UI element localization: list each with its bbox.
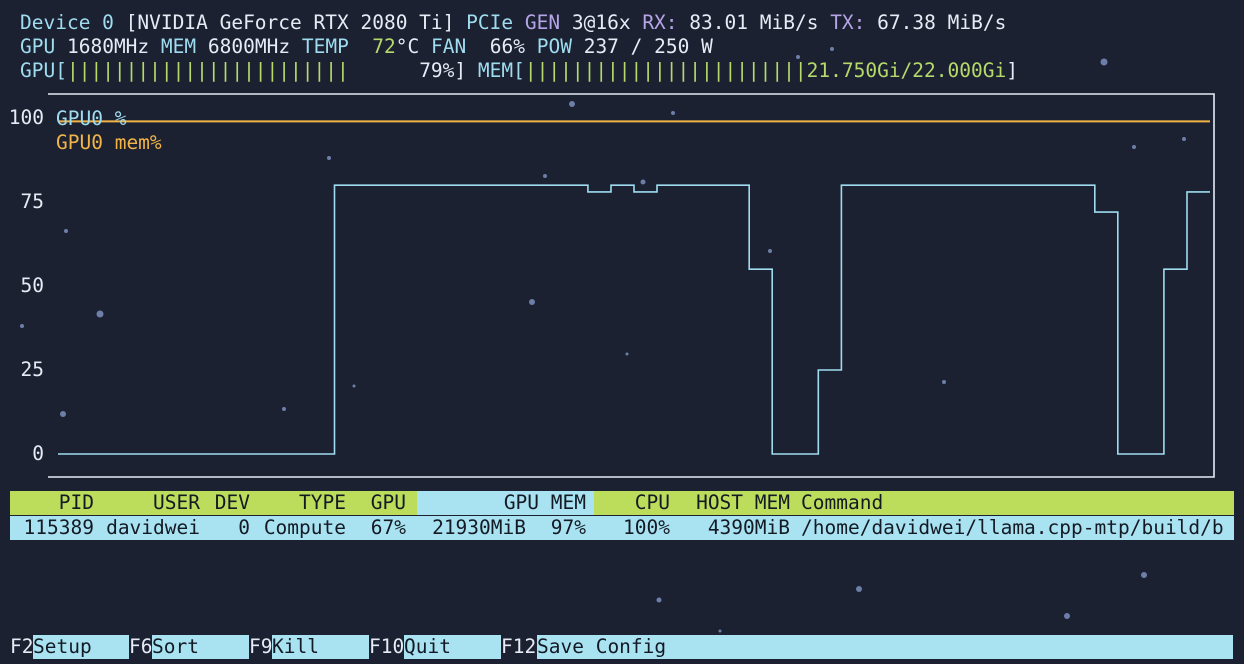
column-pid[interactable]: PID: [10, 491, 94, 515]
y-tick-100: 100: [8, 106, 44, 129]
chart-border: [48, 93, 1215, 478]
row-type: Compute: [263, 516, 346, 539]
table-row[interactable]: 115389 davidwei 0 Compute 67% 21930MiB 9…: [10, 516, 1234, 540]
column-user[interactable]: USER: [110, 491, 200, 515]
y-tick-0: 0: [32, 442, 44, 465]
sort-button[interactable]: Sort: [152, 635, 249, 659]
series-gpu-percent-line: [58, 184, 1210, 455]
setup-button[interactable]: Setup: [33, 635, 129, 659]
row-dev: 0: [238, 516, 250, 539]
column-gpu[interactable]: GPU: [350, 491, 406, 515]
column-cpu[interactable]: CPU: [590, 491, 670, 515]
row-gpu: 67%: [370, 516, 406, 539]
row-pid: 115389: [23, 516, 94, 539]
column-gpu-mem[interactable]: GPU MEM: [410, 491, 586, 515]
process-table-header: PID USER DEV TYPE GPU GPU MEM CPU HOST M…: [10, 491, 1234, 515]
quit-button[interactable]: Quit: [404, 635, 501, 659]
row-cpu: 100%: [623, 516, 670, 539]
row-gpu-mem: 21930MiB: [432, 516, 526, 539]
f12-key: F12: [501, 635, 537, 658]
f9-key: F9: [249, 635, 273, 658]
row-command: /home/davidwei/llama.cpp-mtp/build/b: [801, 516, 1224, 539]
function-key-bar: F2 Setup F6 Sort F9 Kill F10 Quit F12 Sa…: [0, 635, 1244, 659]
column-command[interactable]: Command: [801, 491, 883, 515]
gpu-usage-chart: [48, 93, 1215, 478]
row-user: davidwei: [106, 516, 200, 539]
row-host-mem: 4390MiB: [707, 516, 790, 539]
row-gpu-mem-percent: 97%: [550, 516, 586, 539]
column-type[interactable]: TYPE: [254, 491, 346, 515]
y-tick-25: 25: [20, 358, 44, 381]
y-tick-50: 50: [20, 274, 44, 297]
f10-key: F10: [369, 635, 405, 658]
column-host-mem[interactable]: HOST MEM: [674, 491, 790, 515]
legend-gpu-mem-percent: GPU0 mem%: [56, 131, 162, 154]
save-config-button[interactable]: Save Config: [537, 635, 1233, 659]
y-tick-75: 75: [20, 190, 44, 213]
legend-gpu-percent: GPU0 %: [56, 107, 127, 130]
column-dev[interactable]: DEV: [204, 491, 250, 515]
f6-key: F6: [129, 635, 153, 658]
kill-button[interactable]: Kill: [272, 635, 369, 659]
f2-key: F2: [10, 635, 34, 658]
